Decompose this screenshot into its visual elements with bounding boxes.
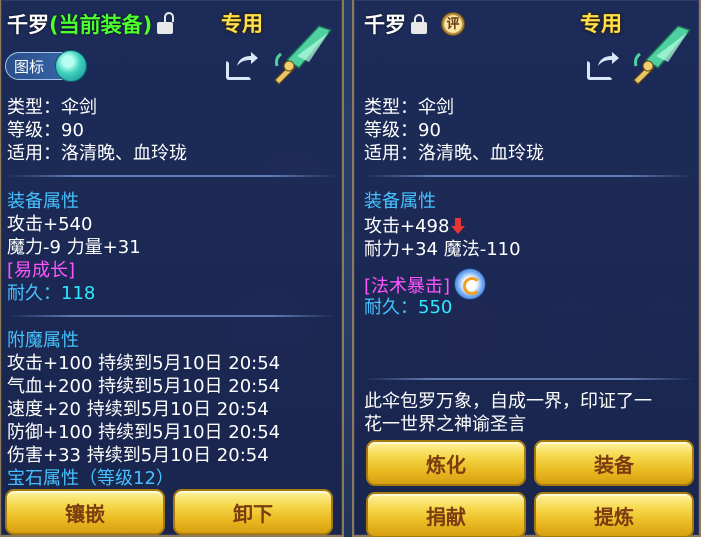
special-attr-label: [法术暴击] xyxy=(364,276,451,297)
divider xyxy=(7,315,337,317)
durability: 耐久：550 xyxy=(364,296,452,319)
weapon-umbrella-sword-icon xyxy=(633,25,692,85)
down-arrow-icon xyxy=(451,218,466,234)
equip-attr-title: 装备属性 xyxy=(364,191,436,212)
share-icon[interactable] xyxy=(226,52,260,80)
attack-value: 攻击+498 xyxy=(364,216,450,237)
durability-value: 550 xyxy=(418,297,453,318)
enchant-line: 伤害+33 持续到5月10日 20:54 xyxy=(7,445,269,466)
current-equipped-tag: (当前装备) xyxy=(49,13,153,37)
refresh-icon[interactable] xyxy=(454,268,487,300)
rating-badge[interactable]: 评 xyxy=(441,12,465,36)
divider xyxy=(364,175,694,177)
unlock-icon[interactable] xyxy=(157,12,175,34)
toggle-knob[interactable] xyxy=(55,50,87,82)
durability-value: 118 xyxy=(61,283,96,304)
equip-attr-line: 魔力-9 力量+31 xyxy=(7,237,141,258)
weapon-umbrella-sword-icon xyxy=(274,25,333,85)
item-description: 此伞包罗万象，自成一界，印证了一 xyxy=(364,391,652,412)
item-name: 千罗 xyxy=(7,13,49,37)
enchant-line: 防御+100 持续到5月10日 20:54 xyxy=(7,422,281,443)
current-equipment-panel: 千罗 (当前装备) 专用 图标 类型：伞剑 等级：90 适用：洛清晚、血玲珑 装… xyxy=(0,0,344,537)
attack-line: 攻击+498 xyxy=(364,215,466,238)
divider xyxy=(7,175,337,177)
inlay-button[interactable]: 镶嵌 xyxy=(5,489,165,535)
enchant-title: 附魔属性 xyxy=(7,330,79,351)
equip-attr-line: 耐力+34 魔法-110 xyxy=(364,239,521,260)
unequip-button[interactable]: 卸下 xyxy=(173,489,333,535)
refine-button[interactable]: 炼化 xyxy=(366,440,526,486)
equip-attr-line: 攻击+540 xyxy=(7,214,93,235)
lock-icon[interactable] xyxy=(411,14,427,34)
item-title: 千罗 评 xyxy=(364,8,465,40)
item-title: 千罗 (当前装备) xyxy=(7,8,175,40)
exclusive-label: 专用 xyxy=(580,12,622,36)
item-level: 等级：90 xyxy=(7,120,84,141)
item-name: 千罗 xyxy=(364,13,406,37)
durability: 耐久：118 xyxy=(7,282,95,305)
extract-button[interactable]: 提炼 xyxy=(534,492,694,537)
divider xyxy=(364,378,694,380)
exclusive-label: 专用 xyxy=(221,12,263,36)
enchant-line: 气血+200 持续到5月10日 20:54 xyxy=(7,376,281,397)
item-level: 等级：90 xyxy=(364,120,441,141)
compare-item-panel: 千罗 评 专用 类型：伞剑 等级：90 适用：洛清晚、血玲珑 装备属性 攻击+4… xyxy=(352,0,701,537)
item-suitable: 适用：洛清晚、血玲珑 xyxy=(7,143,187,164)
equip-attr-title: 装备属性 xyxy=(7,191,79,212)
item-description: 花一世界之神谕圣言 xyxy=(364,414,526,435)
donate-button[interactable]: 捐献 xyxy=(366,492,526,537)
gem-attr-title: 宝石属性（等级12） xyxy=(7,468,174,489)
icon-toggle-label: 图标 xyxy=(14,58,45,76)
enchant-line: 攻击+100 持续到5月10日 20:54 xyxy=(7,353,281,374)
durability-label: 耐久： xyxy=(7,283,61,304)
growth-tag: [易成长] xyxy=(7,260,76,281)
item-suitable: 适用：洛清晚、血玲珑 xyxy=(364,143,544,164)
icon-toggle[interactable]: 图标 xyxy=(5,50,87,82)
durability-label: 耐久： xyxy=(364,297,418,318)
item-type: 类型：伞剑 xyxy=(7,97,97,118)
item-type: 类型：伞剑 xyxy=(364,97,454,118)
equip-button[interactable]: 装备 xyxy=(534,440,694,486)
enchant-line: 速度+20 持续到5月10日 20:54 xyxy=(7,399,269,420)
share-icon[interactable] xyxy=(587,52,621,80)
